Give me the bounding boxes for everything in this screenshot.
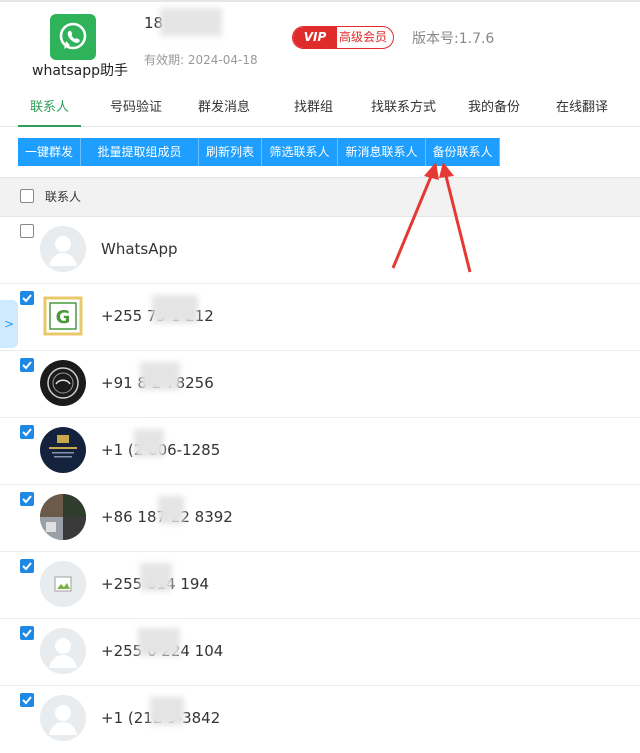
- row-checkbox[interactable]: [20, 559, 34, 573]
- svg-text:G: G: [56, 307, 71, 328]
- photo-collage-avatar-icon: [40, 494, 86, 540]
- tab-number-verify[interactable]: 号码验证: [110, 90, 162, 126]
- backup-contacts-button[interactable]: 备份联系人: [426, 138, 500, 166]
- broken-image-avatar-icon: [40, 561, 86, 607]
- vip-badge: VIP 高级会员: [292, 26, 394, 49]
- table-row[interactable]: G +255 75 1 212: [0, 283, 640, 351]
- navy-card-avatar-icon: [40, 427, 86, 473]
- redacted-phone-mask: [140, 362, 180, 390]
- redacted-phone-mask: [150, 697, 184, 725]
- table-header: 联系人: [0, 177, 640, 217]
- table-row[interactable]: +255 014 194: [0, 551, 640, 619]
- row-checkbox[interactable]: [20, 425, 34, 439]
- version-label: 版本号:1.7.6: [412, 31, 495, 47]
- dark-emblem-avatar-icon: [40, 360, 86, 406]
- bulk-send-button[interactable]: 一键群发: [18, 138, 81, 166]
- tab-online-translate[interactable]: 在线翻译: [556, 90, 608, 126]
- row-checkbox[interactable]: [20, 358, 34, 372]
- default-avatar-icon: [40, 628, 86, 674]
- row-checkbox[interactable]: [20, 291, 34, 305]
- redacted-phone-mask: [160, 8, 222, 36]
- app-header: whatsapp助手 18 有效期: 2024-04-18 VIP 高级会员 版…: [0, 0, 640, 86]
- row-checkbox[interactable]: [20, 492, 34, 506]
- chevron-right-icon: >: [3, 317, 15, 331]
- whatsapp-logo-icon: [50, 14, 96, 60]
- tab-find-contacts[interactable]: 找联系方式: [371, 90, 436, 126]
- table-row[interactable]: +1 (2 606-1285: [0, 417, 640, 485]
- extract-members-button[interactable]: 批量提取组成员: [81, 138, 199, 166]
- table-row[interactable]: +86 187 22 8392: [0, 484, 640, 552]
- table-row[interactable]: +1 (212 9-3842: [0, 685, 640, 752]
- column-header-contact: 联系人: [45, 190, 82, 204]
- redacted-phone-mask: [138, 628, 180, 656]
- sidebar-toggle-handle[interactable]: >: [0, 300, 18, 348]
- table-row[interactable]: +255 6 224 104: [0, 618, 640, 686]
- filter-contacts-button[interactable]: 筛选联系人: [262, 138, 338, 166]
- tab-bulk-message[interactable]: 群发消息: [198, 90, 250, 126]
- validity-date: 有效期: 2024-04-18: [144, 53, 258, 67]
- tab-find-groups[interactable]: 找群组: [294, 90, 333, 126]
- g-logo-avatar-icon: G: [40, 293, 86, 339]
- tab-contacts[interactable]: 联系人: [17, 90, 82, 127]
- vip-tag: VIP: [293, 27, 337, 48]
- tab-my-backup[interactable]: 我的备份: [468, 90, 520, 126]
- redacted-phone-mask: [152, 295, 198, 323]
- row-checkbox[interactable]: [20, 626, 34, 640]
- app-name: whatsapp助手: [32, 63, 129, 79]
- row-checkbox[interactable]: [20, 693, 34, 707]
- main-tabs: 联系人 号码验证 群发消息 找群组 找联系方式 我的备份 在线翻译: [0, 90, 640, 127]
- redacted-phone-mask: [140, 563, 172, 591]
- vip-label: 高级会员: [339, 30, 388, 44]
- table-row[interactable]: WhatsApp: [0, 216, 640, 284]
- row-checkbox[interactable]: [20, 224, 34, 238]
- select-all-checkbox[interactable]: [20, 189, 34, 203]
- redacted-phone-mask: [158, 496, 184, 524]
- table-row[interactable]: +91 8 2 78256: [0, 350, 640, 418]
- default-avatar-icon: [40, 695, 86, 741]
- redacted-phone-mask: [134, 429, 164, 457]
- new-message-contacts-button[interactable]: 新消息联系人: [338, 138, 426, 166]
- refresh-list-button[interactable]: 刷新列表: [199, 138, 262, 166]
- default-avatar-icon: [40, 226, 86, 272]
- contact-name: WhatsApp: [101, 240, 178, 258]
